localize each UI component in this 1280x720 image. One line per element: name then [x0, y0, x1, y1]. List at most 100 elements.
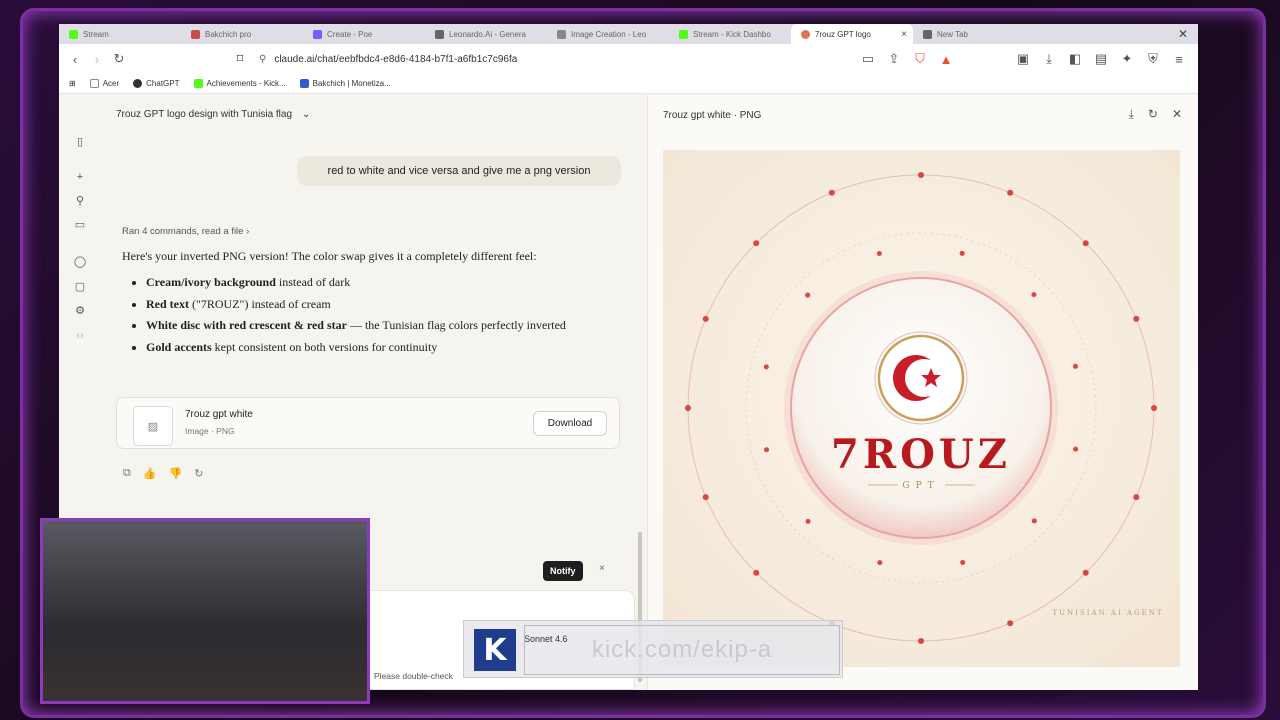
kick-url-overlay: K Sonnet 4.6 kick.com/ekip-a — [463, 620, 843, 678]
apps-icon[interactable]: ⊞ — [69, 79, 76, 88]
settings-icon[interactable]: ⚙ — [73, 304, 87, 318]
kick-icon — [193, 79, 203, 88]
close-tab-icon[interactable]: × — [901, 29, 907, 40]
screen-icon[interactable]: ▭ — [857, 48, 879, 70]
address-bar[interactable]: ⚲ claude.ai/chat/eebfbdc4-e8d6-4184-b7f1… — [259, 48, 959, 70]
bookmark-chatgpt[interactable]: ChatGPT — [133, 79, 180, 88]
sidebar-icon[interactable]: ◧ — [1064, 48, 1086, 70]
tab-leonardo[interactable]: Leonardo.Ai - Genera — [425, 24, 547, 44]
new-chat-icon[interactable]: + — [73, 170, 87, 184]
list-item: Red text ("7ROUZ") instead of cream — [146, 295, 612, 315]
copy-icon[interactable]: ⧉ — [123, 467, 131, 480]
tab-stream[interactable]: Stream — [59, 24, 181, 44]
inner-ring-dot — [877, 560, 883, 566]
thumbs-down-icon[interactable]: 👎 — [169, 467, 183, 480]
notify-button[interactable]: Notify — [543, 561, 583, 581]
sidebar-toggle-icon[interactable]: ▯ — [73, 135, 87, 149]
vpn-icon[interactable]: ⛨ — [1142, 48, 1164, 70]
artifact-title: 7rouz gpt white · PNG — [663, 110, 762, 121]
folder-icon — [89, 79, 99, 88]
share-icon[interactable]: ⇪ — [883, 48, 905, 70]
inner-ring-dot — [876, 251, 882, 257]
list-item: Cream/ivory background instead of dark — [146, 273, 612, 293]
site-settings-icon[interactable]: ⚲ — [259, 54, 266, 65]
bookmark-icon[interactable]: ⌑ — [229, 48, 251, 70]
bakchich-icon — [191, 29, 200, 39]
leo-ai-icon[interactable]: ✦ — [1116, 48, 1138, 70]
ring-dot — [1082, 240, 1089, 247]
bookmark-bakchich[interactable]: Bakchich | Monetiza... — [299, 79, 391, 88]
reply-bullets: Cream/ivory background instead of dark R… — [122, 273, 612, 358]
ring-dot — [753, 569, 760, 576]
artifact-panel: 7rouz gpt white · PNG ⤓ ↻ ✕ 7ROUZ GPT TU… — [648, 95, 1198, 690]
inner-ring-dot — [764, 447, 770, 453]
brave-rewards-icon[interactable]: ▲ — [935, 48, 957, 70]
ring-dot — [753, 240, 760, 247]
menu-icon[interactable]: ≡ — [1168, 48, 1190, 70]
file-attachment-card[interactable]: ▨ 7rouz gpt white Image · PNG Download — [116, 397, 620, 449]
ring-dot — [685, 405, 691, 411]
browser-toolbar: ‹ › ↻ ⌑ ⚲ claude.ai/chat/eebfbdc4-e8d6-4… — [59, 44, 1198, 74]
file-name: 7rouz gpt white — [185, 409, 253, 420]
kick-icon — [679, 29, 688, 39]
bookmarks-bar: ⊞ Acer ChatGPT Achievements - Kick... Ba… — [59, 74, 1198, 94]
close-icon[interactable]: × — [599, 563, 605, 574]
inner-ring-dot — [1073, 446, 1079, 452]
artifacts-icon[interactable]: ▢ — [73, 280, 87, 294]
refresh-icon[interactable]: ↻ — [1148, 107, 1158, 122]
search-icon[interactable]: ⚲ — [73, 194, 87, 208]
toolbar-right: ▣ ⤓ ◧ ▤ ✦ ⛨ ≡ — [1012, 48, 1190, 70]
chat-title-dropdown[interactable]: 7rouz GPT logo design with Tunisia flag … — [116, 109, 310, 120]
downloads-icon[interactable]: ⤓ — [1038, 48, 1060, 70]
inner-ring-dot — [1031, 292, 1037, 298]
retry-icon[interactable]: ↻ — [194, 467, 203, 480]
chatgpt-icon — [133, 79, 143, 88]
file-meta: Image · PNG — [185, 426, 235, 436]
ring-dot — [702, 494, 709, 501]
user-message: red to white and vice versa and give me … — [297, 156, 621, 186]
projects-icon[interactable]: ▭ — [73, 218, 87, 232]
shield-icon — [923, 29, 932, 39]
chats-icon[interactable]: ◯ — [73, 255, 87, 269]
assistant-reply: Here's your inverted PNG version! The co… — [122, 247, 612, 360]
bookmark-kick-achievements[interactable]: Achievements - Kick... — [193, 79, 286, 88]
ring-dot — [702, 315, 709, 322]
wallet-icon[interactable]: ▤ — [1090, 48, 1112, 70]
forward-icon[interactable]: › — [86, 48, 108, 70]
inner-ring-dot — [1031, 518, 1037, 524]
tab-search-icon[interactable]: ▣ — [1012, 48, 1034, 70]
close-icon[interactable]: ✕ — [1172, 107, 1182, 122]
close-window-icon[interactable]: ✕ — [1178, 27, 1188, 41]
tab-new-tab[interactable]: New Tab — [913, 24, 1035, 44]
kick-url-text: kick.com/ekip-a — [524, 625, 840, 675]
logo-preview-image: 7ROUZ GPT TUNISIAN AI AGENT — [663, 150, 1180, 667]
brave-shield-icon[interactable]: ⛉ — [909, 48, 931, 70]
chevron-down-icon: ⌄ — [302, 109, 311, 120]
code-icon[interactable]: ‹› — [73, 329, 87, 343]
logo-tagline: TUNISIAN AI AGENT — [1052, 609, 1163, 617]
back-icon[interactable]: ‹ — [64, 48, 86, 70]
inner-ring-dot — [959, 250, 965, 256]
list-item: White disc with red crescent & red star … — [146, 316, 612, 336]
bookmark-acer[interactable]: Acer — [89, 79, 119, 88]
kick-icon — [69, 29, 78, 39]
ring-dot — [1007, 189, 1014, 196]
tab-kick-dashboard[interactable]: Stream - Kick Dashbo — [669, 24, 791, 44]
tool-summary[interactable]: Ran 4 commands, read a file › — [122, 226, 249, 237]
tab-poe[interactable]: Create - Poe — [303, 24, 425, 44]
reply-intro: Here's your inverted PNG version! The co… — [122, 249, 537, 263]
tab-bakchich[interactable]: Bakchich pro — [181, 24, 303, 44]
ring-dot — [918, 638, 924, 644]
webcam-overlay — [40, 518, 370, 704]
thumbs-up-icon[interactable]: 👍 — [143, 467, 157, 480]
reload-icon[interactable]: ↻ — [108, 48, 130, 70]
ring-dot — [1007, 620, 1014, 627]
image-icon: ▨ — [133, 406, 173, 446]
inner-ring-dot — [960, 559, 966, 565]
download-icon[interactable]: ⤓ — [1129, 107, 1134, 122]
download-button[interactable]: Download — [533, 411, 607, 436]
tab-claude-active[interactable]: 7rouz GPT logo × — [791, 24, 913, 44]
logo-subtitle: GPT — [902, 481, 939, 491]
tab-image-creation[interactable]: Image Creation - Leo — [547, 24, 669, 44]
logo-wordmark: 7ROUZ — [831, 431, 1011, 478]
